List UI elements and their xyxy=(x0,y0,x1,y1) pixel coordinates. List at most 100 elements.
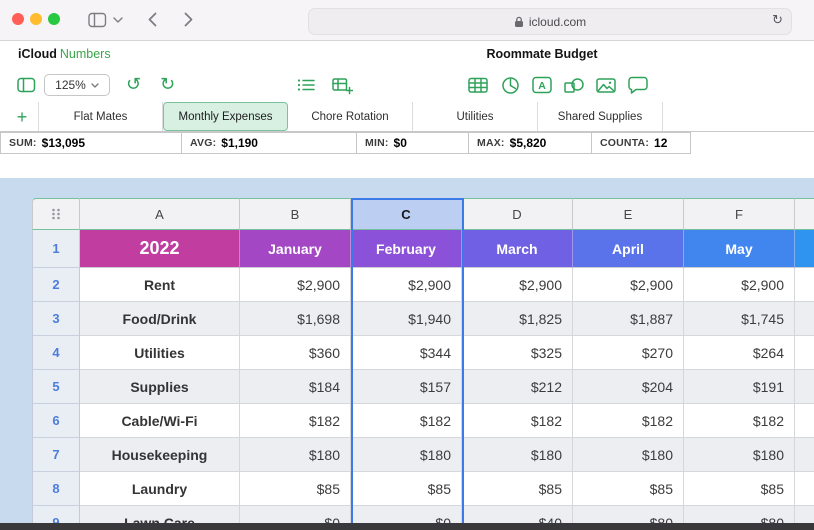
category-cell[interactable]: Utilities xyxy=(80,336,240,370)
value-cell-partial[interactable] xyxy=(795,370,814,404)
back-button[interactable] xyxy=(148,12,157,27)
tab-shared-supplies[interactable]: Shared Supplies xyxy=(538,102,663,131)
category-cell[interactable]: Cable/Wi-Fi xyxy=(80,404,240,438)
comment-icon[interactable] xyxy=(626,73,650,97)
column-header-d[interactable]: D xyxy=(462,198,573,230)
row-number[interactable]: 1 xyxy=(32,230,80,268)
row-number[interactable]: 6 xyxy=(32,404,80,438)
value-cell[interactable]: $180 xyxy=(462,438,573,472)
fullscreen-button[interactable] xyxy=(48,13,60,25)
row-number[interactable]: 2 xyxy=(32,268,80,302)
category-cell[interactable]: Supplies xyxy=(80,370,240,404)
column-header-b[interactable]: B xyxy=(240,198,351,230)
value-cell-partial[interactable] xyxy=(795,472,814,506)
tab-chore-rotation[interactable]: Chore Rotation xyxy=(288,102,413,131)
value-cell[interactable]: $184 xyxy=(240,370,351,404)
value-cell[interactable]: $325 xyxy=(462,336,573,370)
value-cell[interactable]: $182 xyxy=(684,404,795,438)
value-cell[interactable]: $2,900 xyxy=(684,268,795,302)
value-cell-partial[interactable] xyxy=(795,268,814,302)
zoom-control[interactable]: 125% xyxy=(44,74,110,96)
value-cell[interactable]: $2,900 xyxy=(462,268,573,302)
url-field[interactable]: icloud.com ↻ xyxy=(308,8,792,35)
month-cell-march[interactable]: March xyxy=(462,230,573,268)
value-cell[interactable]: $85 xyxy=(573,472,684,506)
forward-button[interactable] xyxy=(184,12,193,27)
value-cell-partial[interactable] xyxy=(795,302,814,336)
redo-icon[interactable]: ↻ xyxy=(160,71,175,97)
value-cell[interactable]: $180 xyxy=(573,438,684,472)
add-sheet-button[interactable]: + xyxy=(10,104,34,130)
value-cell[interactable]: $180 xyxy=(684,438,795,472)
value-cell[interactable]: $1,745 xyxy=(684,302,795,336)
value-cell[interactable]: $204 xyxy=(573,370,684,404)
row-number[interactable]: 7 xyxy=(32,438,80,472)
value-cell[interactable]: $85 xyxy=(240,472,351,506)
month-cell-partial[interactable] xyxy=(795,230,814,268)
value-cell[interactable]: $180 xyxy=(240,438,351,472)
close-button[interactable] xyxy=(12,13,24,25)
chart-icon[interactable] xyxy=(498,73,522,97)
value-cell[interactable]: $85 xyxy=(462,472,573,506)
value-cell-partial[interactable] xyxy=(795,404,814,438)
value-cell[interactable]: $85 xyxy=(351,472,462,506)
sheet-canvas[interactable]: A B C D E F 1 2022 January February Marc… xyxy=(0,178,814,530)
value-cell[interactable]: $360 xyxy=(240,336,351,370)
sidebar-icon[interactable] xyxy=(14,73,38,97)
category-cell[interactable]: Rent xyxy=(80,268,240,302)
row-number[interactable]: 8 xyxy=(32,472,80,506)
sidebar-toggle-icon[interactable] xyxy=(88,12,107,28)
text-icon[interactable]: A xyxy=(530,73,554,97)
month-cell-january[interactable]: January xyxy=(240,230,351,268)
column-header-c[interactable]: C xyxy=(351,198,462,230)
value-cell[interactable]: $2,900 xyxy=(573,268,684,302)
value-cell[interactable]: $182 xyxy=(351,404,462,438)
media-icon[interactable] xyxy=(594,73,618,97)
value-cell-partial[interactable] xyxy=(795,438,814,472)
undo-icon[interactable]: ↺ xyxy=(126,71,141,97)
month-cell-may[interactable]: May xyxy=(684,230,795,268)
value-cell[interactable]: $182 xyxy=(462,404,573,438)
value-cell[interactable]: $212 xyxy=(462,370,573,404)
value-cell[interactable]: $157 xyxy=(351,370,462,404)
value-cell[interactable]: $344 xyxy=(351,336,462,370)
value-cell[interactable]: $2,900 xyxy=(240,268,351,302)
column-header-e[interactable]: E xyxy=(573,198,684,230)
value-cell[interactable]: $85 xyxy=(684,472,795,506)
value-cell[interactable]: $180 xyxy=(351,438,462,472)
month-cell-april[interactable]: April xyxy=(573,230,684,268)
tab-flat-mates[interactable]: Flat Mates xyxy=(38,102,163,131)
category-cell[interactable]: Laundry xyxy=(80,472,240,506)
column-header-f[interactable]: F xyxy=(684,198,795,230)
chevron-down-icon[interactable] xyxy=(113,17,123,23)
month-cell-february[interactable]: February xyxy=(351,230,462,268)
tab-utilities[interactable]: Utilities xyxy=(413,102,538,131)
table-icon[interactable] xyxy=(466,73,490,97)
shape-icon[interactable] xyxy=(562,73,586,97)
row-number[interactable]: 3 xyxy=(32,302,80,336)
column-header-a[interactable]: A xyxy=(80,198,240,230)
column-header-g-partial[interactable] xyxy=(795,198,814,230)
row-number[interactable]: 4 xyxy=(32,336,80,370)
value-cell[interactable]: $182 xyxy=(573,404,684,438)
value-cell[interactable]: $264 xyxy=(684,336,795,370)
category-cell[interactable]: Food/Drink xyxy=(80,302,240,336)
category-cell[interactable]: Housekeeping xyxy=(80,438,240,472)
value-cell[interactable]: $1,887 xyxy=(573,302,684,336)
tab-monthly-expenses[interactable]: Monthly Expenses xyxy=(163,102,288,131)
value-cell[interactable]: $270 xyxy=(573,336,684,370)
value-cell-partial[interactable] xyxy=(795,336,814,370)
value-cell[interactable]: $182 xyxy=(240,404,351,438)
add-table-icon[interactable] xyxy=(330,73,354,97)
value-cell[interactable]: $2,900 xyxy=(351,268,462,302)
minimize-button[interactable] xyxy=(30,13,42,25)
value-cell[interactable]: $1,940 xyxy=(351,302,462,336)
year-cell[interactable]: 2022 xyxy=(80,230,240,268)
format-list-icon[interactable] xyxy=(294,73,318,97)
value-cell[interactable]: $1,825 xyxy=(462,302,573,336)
row-number[interactable]: 5 xyxy=(32,370,80,404)
table-handle[interactable] xyxy=(32,198,80,230)
value-cell[interactable]: $191 xyxy=(684,370,795,404)
reload-icon[interactable]: ↻ xyxy=(772,12,783,28)
value-cell[interactable]: $1,698 xyxy=(240,302,351,336)
